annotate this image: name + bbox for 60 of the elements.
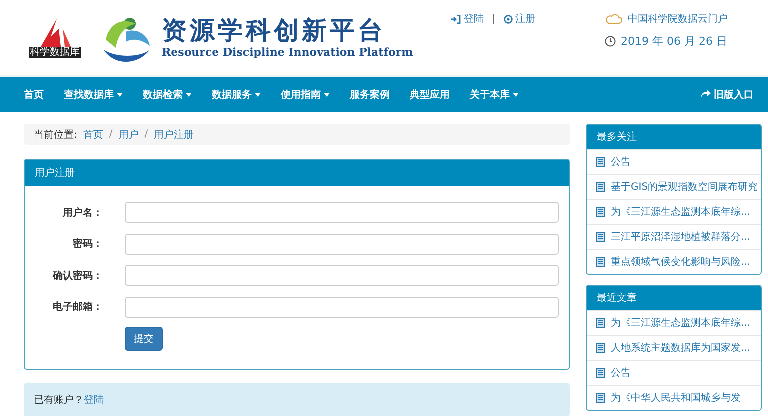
field-label: 密码： (72, 238, 103, 252)
field-label: 确认密码： (52, 270, 103, 283)
login-icon (451, 14, 462, 24)
breadcrumb-link[interactable]: 用户注册 (154, 128, 194, 142)
article-link[interactable]: 基于GIS的景观指数空间展布研究 (611, 180, 758, 194)
nav-item[interactable]: 首页 (22, 88, 54, 102)
nav-item[interactable]: 典型应用 (400, 88, 460, 102)
clock-icon (605, 36, 616, 47)
share-arrow-icon (701, 90, 711, 99)
document-icon (596, 318, 605, 328)
panel-title: 最多关注 (597, 130, 637, 144)
nav-item[interactable]: 服务案例 (340, 88, 400, 102)
document-icon (596, 368, 605, 378)
article-link[interactable]: 为《三江源生态监测本底年综... (611, 205, 751, 219)
breadcrumb-separator: / (144, 129, 148, 140)
portal-link[interactable]: 中国科学院数据云门户 (628, 12, 728, 26)
article-link[interactable]: 为《三江源生态监测本底年综... (611, 316, 751, 330)
nav-item[interactable]: 查找数据库 (54, 88, 133, 102)
old-version-link[interactable]: 旧版入口 (701, 88, 754, 102)
login-link[interactable]: 登陆 (84, 393, 104, 407)
register-link[interactable]: 注册 (504, 12, 536, 26)
nav-item[interactable]: 使用指南 (271, 88, 340, 102)
panel-title: 用户注册 (35, 166, 75, 180)
panel-title: 最近文章 (597, 292, 637, 305)
hint-text: 已有账户？ (34, 394, 84, 407)
field-label: 电子邮箱： (52, 300, 103, 314)
document-icon (596, 393, 605, 403)
article-link[interactable]: 为《中华人民共和国城乡与发 (611, 391, 741, 405)
input-field[interactable] (125, 234, 559, 255)
input-field[interactable] (125, 296, 559, 318)
submit-button[interactable]: 提交 (125, 327, 163, 351)
input-field[interactable] (125, 265, 559, 286)
nav-item[interactable]: 关于本库 (460, 88, 529, 102)
logo-label: 科学数据库 (29, 47, 81, 58)
document-icon (596, 157, 605, 167)
breadcrumb-separator: / (109, 129, 113, 140)
article-link[interactable]: 公告 (611, 155, 631, 169)
separator: | (492, 14, 496, 24)
article-link[interactable]: 三江平原沼泽湿地植被群落分... (611, 230, 751, 244)
document-icon (596, 182, 605, 192)
breadcrumb-link[interactable]: 用户 (118, 128, 139, 142)
cloud-icon (605, 14, 623, 24)
breadcrumb-label: 当前位置: (34, 128, 78, 142)
document-icon (596, 207, 605, 217)
field-label: 用户名： (62, 206, 103, 220)
article-link[interactable]: 重点领域气候变化影响与风险... (611, 255, 751, 269)
input-field[interactable] (125, 202, 559, 224)
nav-item[interactable]: 数据服务 (202, 88, 271, 102)
site-title: 资源学科创新平台 (162, 16, 387, 46)
document-icon (596, 343, 605, 353)
document-icon (596, 232, 605, 242)
document-icon (596, 257, 605, 267)
article-link[interactable]: 公告 (611, 366, 631, 380)
site-subtitle: Resource Discipline Innovation Platform (162, 46, 414, 59)
nav-item[interactable]: 数据检索 (133, 88, 202, 102)
article-link[interactable]: 人地系统主题数据库为国家发... (611, 341, 751, 355)
date-text: 2019 年 06 月 26 日 (621, 34, 728, 49)
circle-icon (504, 14, 513, 24)
login-link[interactable]: 登陆 (451, 12, 484, 26)
breadcrumb-link[interactable]: 首页 (83, 128, 104, 142)
